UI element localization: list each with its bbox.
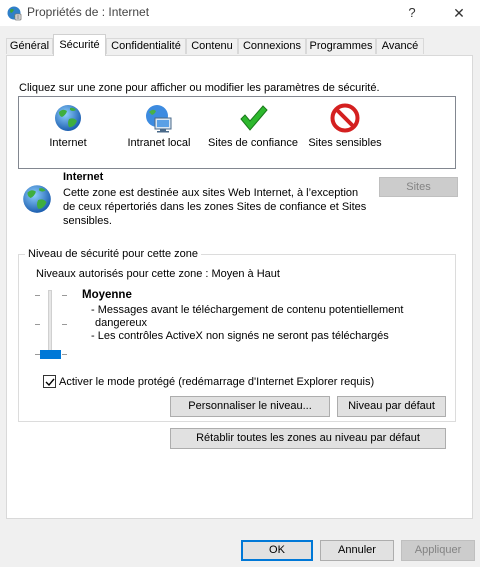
globe-icon [23,185,51,213]
slider-track [48,290,52,358]
zone-description-line: sensibles. [63,215,112,227]
protected-mode-checkbox[interactable] [43,375,56,388]
level-bullet: dangereux [95,317,147,329]
tab-content[interactable]: Contenu [186,38,238,54]
zone-label: Internet [49,137,87,149]
security-level-slider[interactable] [32,286,72,366]
tab-general[interactable]: Général [6,38,53,54]
close-button[interactable]: ✕ [444,2,474,24]
custom-level-button[interactable]: Personnaliser le niveau... [170,396,330,417]
network-computer-icon [146,105,172,133]
slider-tick [35,324,40,325]
cancel-button[interactable]: Annuler [320,540,394,561]
security-level-group-label: Niveau de sécurité pour cette zone [25,248,201,260]
zone-list[interactable]: Internet Intranet local Sites de confian… [18,96,456,169]
tab-programs[interactable]: Programmes [306,38,376,54]
slider-tick [62,295,67,296]
zone-internet[interactable]: Internet [33,97,103,159]
globe-icon [55,105,81,131]
zone-restricted-sites[interactable]: Sites sensibles [305,97,385,159]
internet-options-icon [7,6,22,21]
tab-security[interactable]: Sécurité [53,34,106,56]
slider-tick [62,354,67,355]
slider-tick [62,324,67,325]
tab-advanced[interactable]: Avancé [376,38,424,54]
zone-label: Sites de confiance [208,137,298,149]
window-title: Propriétés de : Internet [27,5,150,19]
level-bullet: - Messages avant le téléchargement de co… [91,304,404,316]
level-bullet: - Les contrôles ActiveX non signés ne se… [91,330,389,342]
default-level-button[interactable]: Niveau par défaut [337,396,446,417]
protected-mode-label[interactable]: Activer le mode protégé (redémarrage d'I… [59,376,374,388]
slider-thumb[interactable] [40,350,61,359]
slider-tick [35,295,40,296]
green-check-icon [240,105,268,131]
reset-all-zones-button[interactable]: Rétablir toutes les zones au niveau par … [170,428,446,449]
help-button[interactable]: ? [400,2,424,24]
apply-button[interactable]: Appliquer [401,540,475,561]
red-prohibited-icon [330,103,360,133]
selected-zone-title: Internet [63,171,104,183]
ok-button[interactable]: OK [241,540,313,561]
zone-description-line: Cette zone est destinée aux sites Web In… [63,187,359,199]
zone-instruction: Cliquez sur une zone pour afficher ou mo… [19,82,380,94]
tab-connections[interactable]: Connexions [238,38,306,54]
zone-local-intranet[interactable]: Intranet local [119,97,199,159]
checkmark-icon [45,378,55,387]
sites-button[interactable]: Sites [379,177,458,197]
zone-label: Intranet local [127,137,191,149]
zone-label: Sites sensibles [308,137,382,149]
zone-description-line: de ceux répertoriés dans les zones Sites… [63,201,367,213]
tab-privacy[interactable]: Confidentialité [106,38,186,54]
allowed-levels-text: Niveaux autorisés pour cette zone : Moye… [36,268,280,280]
security-level-name: Moyenne [82,289,132,301]
zone-trusted-sites[interactable]: Sites de confiance [205,97,301,159]
